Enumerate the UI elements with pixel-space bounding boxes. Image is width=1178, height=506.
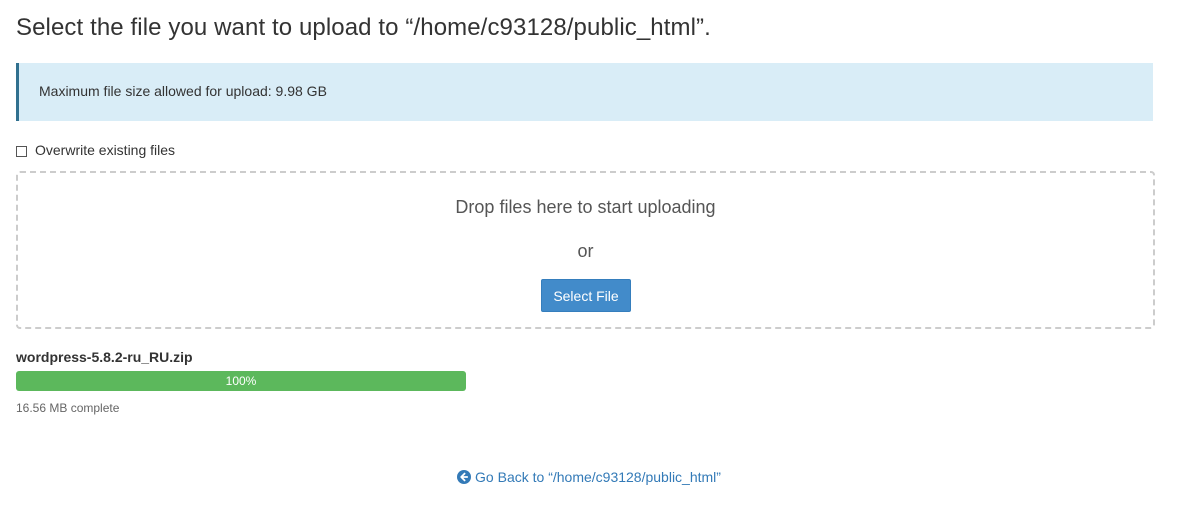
dropzone-or: or xyxy=(577,241,594,261)
upload-page: Select the file you want to upload to “/… xyxy=(0,0,1178,506)
upload-file-name: wordpress-5.8.2-ru_RU.zip xyxy=(16,349,193,365)
max-file-size-text: Maximum file size allowed for upload: 9.… xyxy=(39,83,327,99)
upload-item: wordpress-5.8.2-ru_RU.zip 100% 16.56 MB … xyxy=(16,349,466,415)
max-file-size-alert: Maximum file size allowed for upload: 9.… xyxy=(16,63,1153,121)
overwrite-label[interactable]: Overwrite existing files xyxy=(35,142,175,158)
upload-progress-bar: 100% xyxy=(16,371,466,391)
file-dropzone[interactable]: Drop files here to start uploading or Se… xyxy=(16,171,1155,329)
page-title: Select the file you want to upload to “/… xyxy=(16,14,711,41)
select-file-button[interactable]: Select File xyxy=(541,279,631,312)
dropzone-prompt: Drop files here to start uploading xyxy=(455,197,716,217)
overwrite-option[interactable]: Overwrite existing files xyxy=(16,141,175,159)
overwrite-checkbox[interactable] xyxy=(16,145,27,157)
upload-progress: 100% xyxy=(16,371,466,391)
arrow-circle-left-icon[interactable] xyxy=(457,470,472,484)
upload-status: 16.56 MB complete xyxy=(16,401,120,415)
go-back-text[interactable]: Go Back to “/home/c93128/public_html” xyxy=(475,469,721,485)
go-back-link[interactable]: Go Back to “/home/c93128/public_html” xyxy=(0,469,1178,485)
